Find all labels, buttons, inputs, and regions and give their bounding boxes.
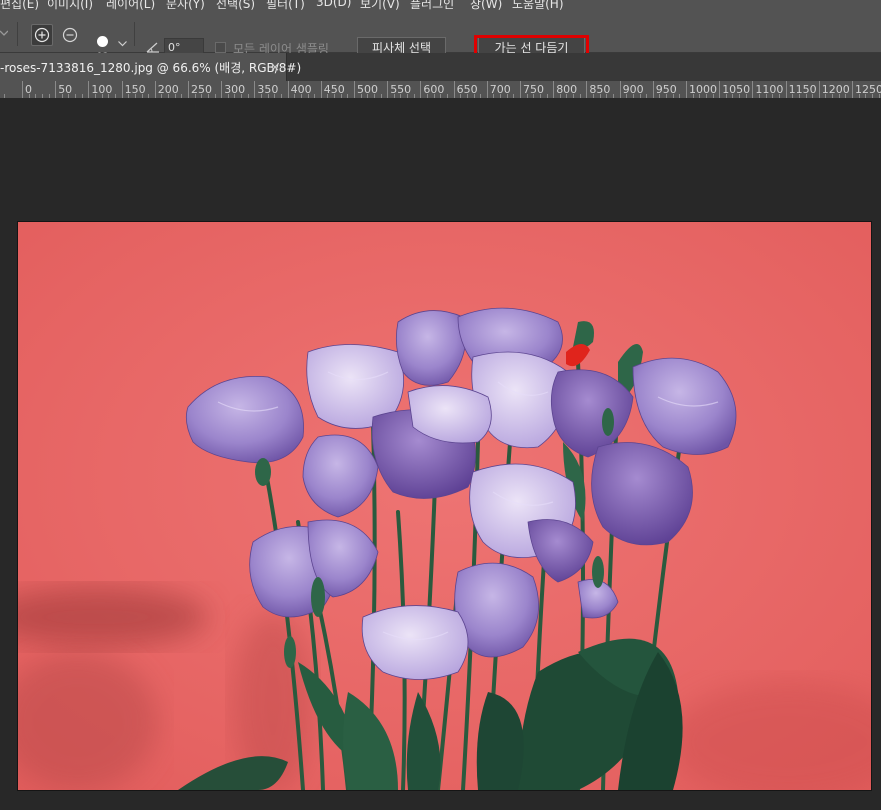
ruler-tick: 100 [88,81,112,98]
divider [17,22,18,46]
ruler-tick: 450 [320,81,345,98]
ruler-tick: 700 [486,81,511,98]
menu-edit[interactable]: 편집(E) [0,0,39,12]
add-to-selection-button[interactable] [31,24,53,46]
divider [134,22,135,46]
ruler-label: 50 [58,83,73,96]
menu-help[interactable]: 도움말(H) [512,0,564,12]
ruler-tick: 550 [387,81,411,98]
ruler-tick: 500 [354,81,378,98]
chevron-down-icon[interactable] [118,41,127,47]
ruler-tick: 350 [254,81,278,98]
menu-select[interactable]: 선택(S) [216,0,255,12]
ruler-tick: 900 [619,81,644,98]
document-tab-bar: -roses-7133816_1280.jpg @ 66.6% (배경, RGB… [0,53,881,81]
menu-window[interactable]: 창(W) [470,0,502,12]
ruler-tick: 800 [553,81,577,98]
options-bar: 13 0° 모든 레이어 샘플링 피사체 선택 가는 선 다듬기 [0,14,881,62]
ruler-tick: 400 [287,81,312,98]
document-tab-title: -roses-7133816_1280.jpg @ 66.6% (배경, RGB… [0,61,302,75]
ruler-tick: 750 [520,81,544,98]
ruler-tick: 150 [121,81,146,98]
chevron-down-icon[interactable] [0,29,8,37]
ruler-tick: 1150 [785,81,817,98]
ruler-tick: 0 [22,81,32,98]
document-tab[interactable]: -roses-7133816_1280.jpg @ 66.6% (배경, RGB… [0,53,301,81]
minus-circle-icon [62,27,78,43]
ruler-tick: 1100 [752,81,783,98]
ruler-tick: 1200 [818,81,850,98]
menu-view[interactable]: 보기(V) [360,0,400,12]
horizontal-ruler: 0 50 100 150 200 250 300 350 400 450 500 550 600 650 7… [0,81,881,99]
ruler-tick: 50 [55,81,72,98]
ruler-tick: 1250 [852,81,881,98]
sample-all-layers-checkbox[interactable] [215,42,226,53]
ruler-tick: 650 [453,81,478,98]
menu-plugins[interactable]: 플러그인 [410,0,454,12]
ruler-tick: 850 [586,81,610,98]
menu-image[interactable]: 이미지(I) [47,0,93,12]
close-icon[interactable]: × [270,60,280,74]
menu-type[interactable]: 문자(Y) [166,0,205,12]
canvas-image[interactable] [18,222,871,790]
subtract-from-selection-button[interactable] [59,24,81,46]
ruler-tick: 1000 [686,81,717,98]
ruler-tick: 200 [154,81,179,98]
ruler-tick: 1050 [719,81,750,98]
ruler-tick: 600 [420,81,444,98]
brush-preview[interactable] [97,36,108,47]
menu-filter[interactable]: 필터(T) [266,0,305,12]
ruler-tick: 950 [652,81,677,98]
plus-circle-icon [34,27,50,43]
menu-3d[interactable]: 3D(D) [316,0,351,9]
ruler-tick: 250 [188,81,212,98]
ruler-tick: 300 [221,81,245,98]
menu-layer[interactable]: 레이어(L) [106,0,155,12]
canvas-area[interactable] [0,98,881,810]
menu-bar: 편집(E) 이미지(I) 레이어(L) 문자(Y) 선택(S) 필터(T) 3D… [0,0,881,14]
angle-icon [146,42,159,53]
